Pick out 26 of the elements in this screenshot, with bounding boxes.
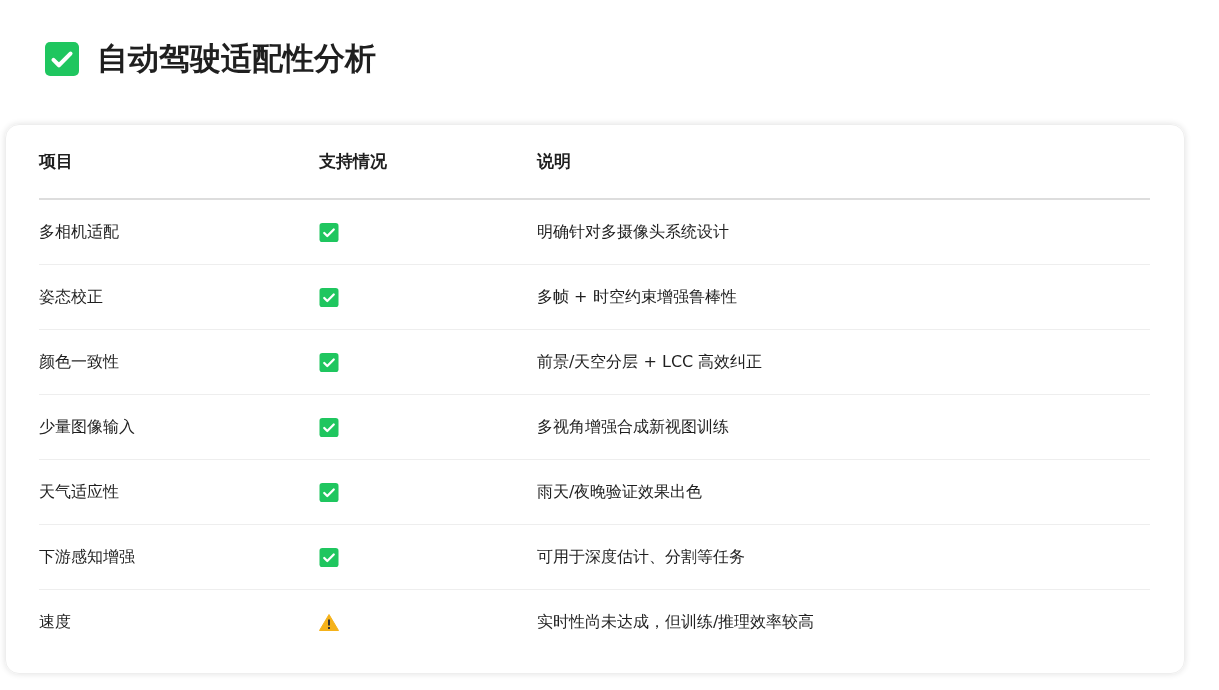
checkbox-icon [319,482,339,502]
table-cell: 少量图像输入 [39,394,319,460]
table-cell: 多帧 + 时空约束增强鲁棒性 [537,264,1150,330]
table-cell: 颜色一致性 [39,329,319,395]
checkbox-icon [319,352,339,372]
table-cell: 前景/天空分层 + LCC 高效纠正 [537,329,1150,395]
checkbox-icon [319,222,339,242]
column-header: 支持情况 [319,125,537,199]
table-cell: 速度 [39,589,319,654]
table-cell: 下游感知增强 [39,524,319,590]
page-title: 自动驾驶适配性分析 [97,39,376,78]
column-header: 项目 [39,125,319,199]
table-cell: 多相机适配 [39,199,319,265]
checkbox-icon [319,547,339,567]
checkbox-icon [45,42,79,76]
table-cell: 雨天/夜晚验证效果出色 [537,459,1150,525]
column-header: 说明 [537,125,1150,199]
checkbox-icon [319,287,339,307]
table-cell: 天气适应性 [39,459,319,525]
table-cell: 多视角增强合成新视图训练 [537,394,1150,460]
table-cell: 姿态校正 [39,264,319,330]
warning-icon [319,612,339,632]
table-cell: 可用于深度估计、分割等任务 [537,524,1150,590]
table-cell: 实时性尚未达成，但训练/推理效率较高 [537,589,1150,654]
table-cell: 明确针对多摄像头系统设计 [537,199,1150,265]
checkbox-icon [319,417,339,437]
